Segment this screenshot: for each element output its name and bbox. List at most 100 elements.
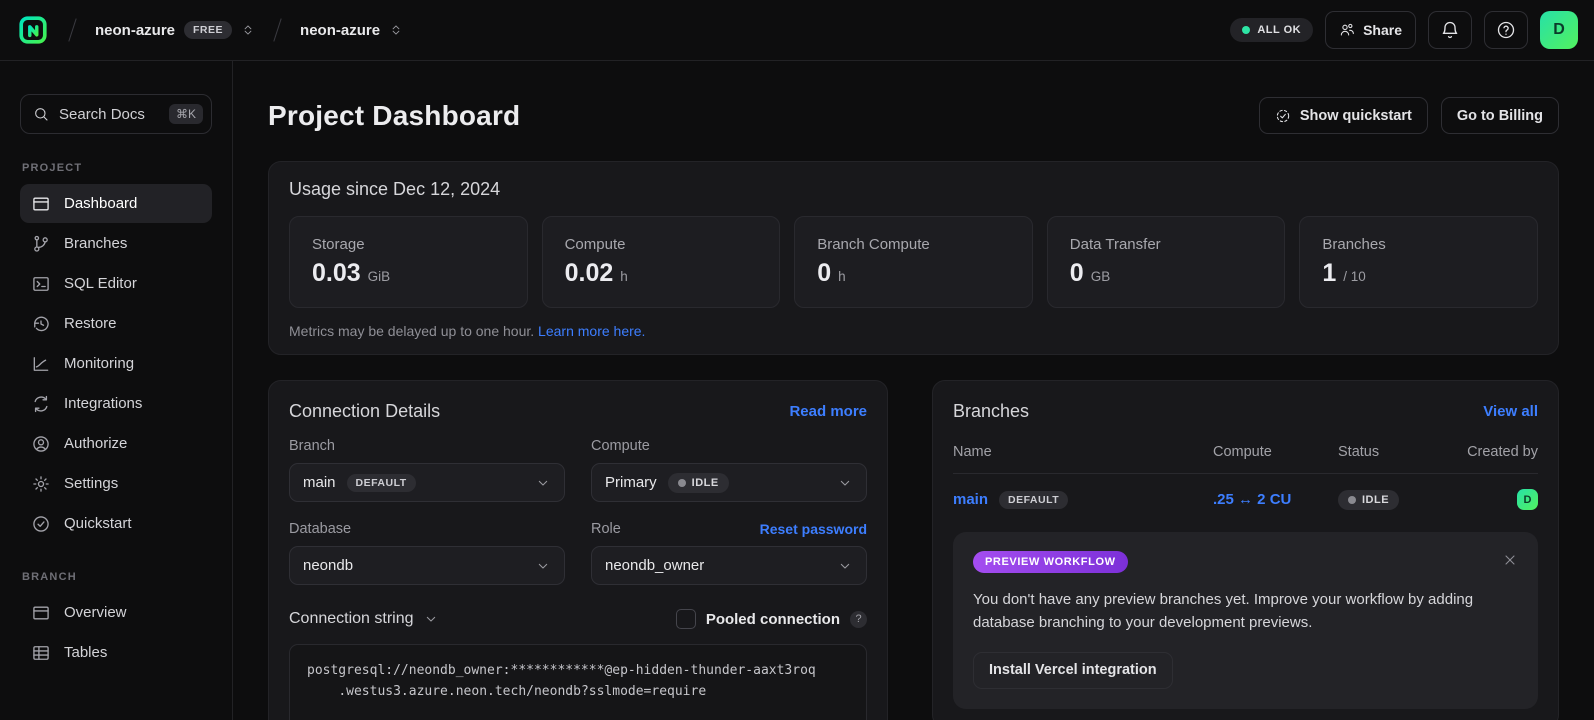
- topbar-actions: ALL OK Share D: [1230, 11, 1578, 49]
- shortcut-badge: ⌘K: [169, 104, 203, 124]
- metrics-note: Metrics may be delayed up to one hour. L…: [289, 323, 1538, 339]
- chevron-down-icon: [837, 558, 853, 574]
- stat-value: 1: [1322, 259, 1336, 288]
- search-icon: [33, 106, 49, 122]
- topbar: neon-azure FREE neon-azure ALL OK Share: [0, 0, 1594, 61]
- project-name: neon-azure: [95, 22, 175, 39]
- sidebar-item-label: Restore: [64, 315, 117, 332]
- stat-label: Storage: [312, 236, 505, 253]
- role-select-value: neondb_owner: [605, 557, 704, 574]
- user-circle-icon: [31, 434, 51, 454]
- stat-unit: GB: [1091, 269, 1111, 284]
- view-all-link[interactable]: View all: [1483, 403, 1538, 420]
- compute-status-label: IDLE: [692, 477, 719, 489]
- stat-unit: h: [838, 269, 846, 284]
- user-avatar[interactable]: D: [1540, 11, 1578, 49]
- branches-card: Branches View all Name Compute Status Cr…: [932, 380, 1559, 720]
- sidebar-item-branches[interactable]: Branches: [20, 224, 212, 263]
- learn-more-link[interactable]: Learn more here.: [538, 323, 645, 339]
- sidebar-item-monitoring[interactable]: Monitoring: [20, 344, 212, 383]
- compute-select[interactable]: Primary IDLE: [591, 463, 867, 502]
- pooled-connection-label: Pooled connection: [706, 611, 840, 628]
- window-icon: [31, 603, 51, 623]
- branch-select-value: main: [303, 474, 336, 491]
- sidebar-item-restore[interactable]: Restore: [20, 304, 212, 343]
- share-button[interactable]: Share: [1325, 11, 1416, 49]
- branch-compute-value: .25 ↔ 2 CU: [1213, 491, 1338, 508]
- history-icon: [31, 314, 51, 334]
- compute-status-pill: IDLE: [668, 473, 729, 493]
- check-circle-icon: [31, 514, 51, 534]
- go-to-billing-button[interactable]: Go to Billing: [1441, 97, 1559, 134]
- chevron-down-icon: [535, 558, 551, 574]
- compute-select-value: Primary: [605, 474, 657, 491]
- stat-storage: Storage 0.03GiB: [289, 216, 528, 308]
- neon-logo[interactable]: [14, 11, 52, 49]
- pooled-connection-toggle[interactable]: Pooled connection ?: [676, 609, 867, 629]
- metrics-note-text: Metrics may be delayed up to one hour.: [289, 323, 534, 339]
- show-quickstart-button[interactable]: Show quickstart: [1259, 97, 1428, 134]
- sidebar-item-label: Integrations: [64, 395, 142, 412]
- stat-label: Branch Compute: [817, 236, 1010, 253]
- read-more-link[interactable]: Read more: [789, 403, 867, 420]
- sidebar-item-sql-editor[interactable]: SQL Editor: [20, 264, 212, 303]
- pooled-connection-checkbox[interactable]: [676, 609, 696, 629]
- branch-field: Branch main DEFAULT: [289, 438, 565, 502]
- workflow-arrows-icon: [31, 394, 51, 414]
- stat-compute: Compute 0.02h: [542, 216, 781, 308]
- install-vercel-label: Install Vercel integration: [989, 662, 1157, 678]
- creator-avatar[interactable]: D: [1517, 489, 1538, 510]
- page-title: Project Dashboard: [268, 100, 520, 132]
- sidebar-item-label: Quickstart: [64, 515, 132, 532]
- share-label: Share: [1363, 22, 1402, 38]
- role-field-label: Role: [591, 521, 621, 537]
- install-vercel-integration-button[interactable]: Install Vercel integration: [973, 652, 1173, 689]
- breadcrumb-divider: [273, 18, 281, 41]
- connection-details-card: Connection Details Read more Branch main…: [268, 380, 888, 720]
- sidebar-item-label: Monitoring: [64, 355, 134, 372]
- connection-string-value[interactable]: postgresql://neondb_owner:************@e…: [289, 644, 867, 720]
- plan-badge: FREE: [184, 21, 232, 39]
- help-tooltip-icon[interactable]: ?: [850, 611, 867, 628]
- branches-title: Branches: [953, 401, 1029, 422]
- chevron-updown-icon: [389, 23, 403, 37]
- breadcrumb-project-selector[interactable]: neon-azure FREE: [93, 17, 257, 43]
- breadcrumb-branch-selector[interactable]: neon-azure: [298, 18, 405, 43]
- help-button[interactable]: [1484, 11, 1528, 49]
- notifications-button[interactable]: [1428, 11, 1472, 49]
- terminal-icon: [31, 274, 51, 294]
- sidebar-item-authorize[interactable]: Authorize: [20, 424, 212, 463]
- role-select[interactable]: neondb_owner: [591, 546, 867, 585]
- branch-status-pill: IDLE: [1338, 490, 1399, 510]
- bell-icon: [1440, 20, 1460, 40]
- sidebar-item-tables[interactable]: Tables: [20, 633, 212, 672]
- sidebar-item-dashboard[interactable]: Dashboard: [20, 184, 212, 223]
- stat-value: 0: [817, 259, 831, 288]
- sidebar-item-quickstart[interactable]: Quickstart: [20, 504, 212, 543]
- sidebar-item-label: Dashboard: [64, 195, 137, 212]
- search-docs-input[interactable]: Search Docs ⌘K: [20, 94, 212, 134]
- system-status-pill[interactable]: ALL OK: [1230, 18, 1313, 42]
- reset-password-link[interactable]: Reset password: [760, 521, 867, 537]
- column-created-by: Created by: [1443, 444, 1538, 460]
- sidebar-item-settings[interactable]: Settings: [20, 464, 212, 503]
- default-badge: DEFAULT: [999, 491, 1068, 509]
- database-select-value: neondb: [303, 557, 353, 574]
- close-icon[interactable]: [1502, 552, 1518, 571]
- database-select[interactable]: neondb: [289, 546, 565, 585]
- branch-status-label: IDLE: [1362, 494, 1389, 506]
- sidebar-item-integrations[interactable]: Integrations: [20, 384, 212, 423]
- branch-main-link[interactable]: main: [953, 491, 988, 508]
- status-dot-icon: [1242, 26, 1250, 34]
- sidebar-item-overview[interactable]: Overview: [20, 593, 212, 632]
- status-dot-icon: [1348, 496, 1356, 504]
- question-circle-icon: [1496, 20, 1516, 40]
- connection-string-dropdown[interactable]: Connection string: [289, 610, 439, 628]
- stat-branch-compute: Branch Compute 0h: [794, 216, 1033, 308]
- branch-select[interactable]: main DEFAULT: [289, 463, 565, 502]
- compute-field-label: Compute: [591, 438, 650, 454]
- stat-label: Compute: [565, 236, 758, 253]
- sidebar-item-label: Tables: [64, 644, 107, 661]
- git-branch-icon: [31, 234, 51, 254]
- main-content: Project Dashboard Show quickstart Go to …: [233, 61, 1594, 720]
